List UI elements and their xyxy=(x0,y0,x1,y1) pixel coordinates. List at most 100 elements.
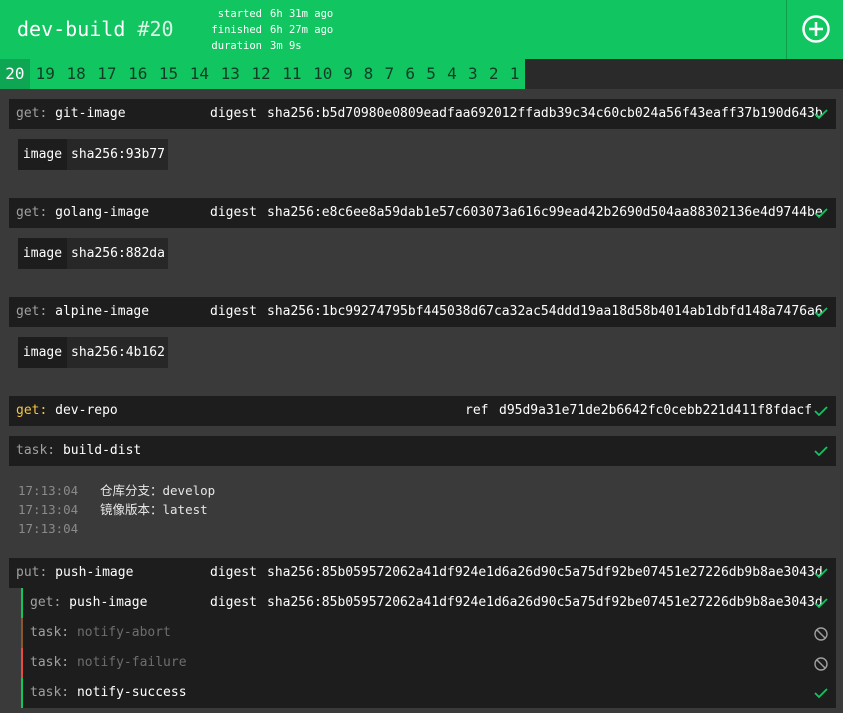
step-header: get: alpine-image xyxy=(16,297,149,327)
version-value: sha256:4b162 xyxy=(71,345,165,360)
meta-key: duration xyxy=(211,40,262,52)
meta-value: 6h 31m ago xyxy=(270,8,334,20)
status-bar xyxy=(21,678,23,708)
build-tab[interactable]: 16 xyxy=(122,59,153,89)
step-name: dev-repo xyxy=(55,403,118,418)
status-bar xyxy=(21,648,23,678)
meta-value: 6h 27m ago xyxy=(270,24,334,36)
step-name: build-dist xyxy=(62,443,142,458)
step-push-image[interactable]: put: push-image digest sha256:85b0595720… xyxy=(9,558,836,588)
success-check-icon xyxy=(814,678,828,708)
build-tabs: 20 19 18 17 16 15 14 13 12 11 10 9 8 7 6… xyxy=(0,59,843,89)
page-title: dev-build #20 xyxy=(17,16,174,42)
pipeline-name[interactable]: dev-build xyxy=(17,17,125,41)
step-header: get: push-image xyxy=(30,588,147,618)
step-value: sha256:85b059572062a41df924e1d6a26d90c5a… xyxy=(267,595,823,610)
step-name: git-image xyxy=(55,106,126,121)
log-timestamp: 17:13:04 xyxy=(18,502,79,517)
build-tab[interactable]: 4 xyxy=(442,59,463,89)
log-line: 17:13:04 仓库分支：develop xyxy=(18,481,215,500)
step-header: task: notify-failure xyxy=(30,648,187,678)
build-tab[interactable]: 15 xyxy=(153,59,184,89)
step-git-image[interactable]: get: git-image digest sha256:b5d70980e08… xyxy=(9,99,836,129)
build-tab[interactable]: 19 xyxy=(30,59,61,89)
hook-notify-success[interactable]: task: notify-success xyxy=(21,678,836,708)
step-header: task: build-dist xyxy=(16,436,141,466)
log-line: 17:13:04 镜像版本：latest xyxy=(18,500,215,519)
step-type: get: xyxy=(30,595,62,610)
step-value: sha256:1bc99274795bf445038d67ca32ac54ddd… xyxy=(267,304,823,319)
version-box: image sha256:93b77 xyxy=(18,139,168,170)
build-tab[interactable]: 12 xyxy=(246,59,277,89)
step-type: get: xyxy=(16,205,48,220)
build-tab[interactable]: 20 xyxy=(0,59,30,89)
step-value: sha256:e8c6ee8a59dab1e57c603073a616c99ea… xyxy=(267,205,823,220)
build-tab[interactable]: 6 xyxy=(400,59,421,89)
build-meta: started 6h 31m ago finished 6h 27m ago dur… xyxy=(204,6,333,54)
log-text: 仓库分支：develop xyxy=(100,483,216,498)
step-alpine-image[interactable]: get: alpine-image digest sha256:1bc99274… xyxy=(9,297,836,327)
version-key: image xyxy=(18,139,67,170)
step-name: push-image xyxy=(55,565,134,580)
skipped-icon xyxy=(814,618,828,648)
meta-key: started xyxy=(217,8,262,20)
step-golang-image[interactable]: get: golang-image digest sha256:e8c6ee8a… xyxy=(9,198,836,228)
version-box: image sha256:4b162 xyxy=(18,337,168,368)
step-type: task: xyxy=(30,625,70,640)
step-value: d95d9a31e71de2b6642fc0cebb221d411f8fdacf xyxy=(499,403,813,418)
success-check-icon xyxy=(814,588,828,618)
step-type: task: xyxy=(30,655,70,670)
version-value: sha256:882da xyxy=(71,246,165,261)
log-timestamp: 17:13:04 xyxy=(18,483,79,498)
step-key: digest xyxy=(210,565,257,580)
log-timestamp: 17:13:04 xyxy=(18,521,79,536)
step-key: digest xyxy=(210,595,257,610)
step-name: golang-image xyxy=(55,205,150,220)
step-name: alpine-image xyxy=(55,304,150,319)
step-name: push-image xyxy=(69,595,148,610)
build-tab[interactable]: 18 xyxy=(61,59,92,89)
build-number: #20 xyxy=(137,17,174,41)
step-header: put: push-image xyxy=(16,558,133,588)
status-bar xyxy=(21,618,23,648)
step-dev-repo[interactable]: get: dev-repo ref d95d9a31e71de2b6642fc0… xyxy=(9,396,836,426)
build-tab[interactable]: 10 xyxy=(307,59,338,89)
hook-notify-failure[interactable]: task: notify-failure xyxy=(21,648,836,678)
build-tab[interactable]: 17 xyxy=(91,59,122,89)
meta-key: finished xyxy=(211,24,262,36)
step-header: get: golang-image xyxy=(16,198,149,228)
step-name: notify-abort xyxy=(76,625,171,640)
build-tab[interactable]: 11 xyxy=(276,59,307,89)
step-key: ref xyxy=(465,403,489,418)
step-name: notify-success xyxy=(76,685,187,700)
build-tab[interactable]: 7 xyxy=(379,59,400,89)
skipped-icon xyxy=(814,648,828,678)
log-text: 镜像版本：latest xyxy=(100,502,208,517)
step-type: task: xyxy=(16,443,56,458)
hook-notify-abort[interactable]: task: notify-abort xyxy=(21,618,836,648)
step-type: get: xyxy=(16,403,48,418)
build-tab[interactable]: 8 xyxy=(358,59,379,89)
step-key: digest xyxy=(210,304,257,319)
build-tab[interactable]: 13 xyxy=(215,59,246,89)
build-tab[interactable]: 9 xyxy=(338,59,358,89)
version-box: image sha256:882da xyxy=(18,238,168,269)
build-tab[interactable]: 5 xyxy=(421,59,442,89)
log-line: 17:13:04 xyxy=(18,519,215,538)
step-build-dist[interactable]: task: build-dist xyxy=(9,436,836,466)
build-tab[interactable]: 2 xyxy=(483,59,504,89)
step-value: sha256:85b059572062a41df924e1d6a26d90c5a… xyxy=(267,565,823,580)
build-tab[interactable]: 14 xyxy=(184,59,215,89)
build-tab[interactable]: 1 xyxy=(504,59,525,89)
step-header: task: notify-success xyxy=(30,678,187,708)
step-name: notify-failure xyxy=(76,655,187,670)
build-tab[interactable]: 3 xyxy=(462,59,483,89)
step-header: get: git-image xyxy=(16,99,126,129)
step-type: get: xyxy=(16,304,48,319)
step-key: digest xyxy=(210,205,257,220)
step-value: sha256:b5d70980e0809eadfaa692012ffadb39c… xyxy=(267,106,823,121)
success-check-icon xyxy=(814,198,828,228)
hook-get-push-image[interactable]: get: push-image digest sha256:85b0595720… xyxy=(21,588,836,618)
trigger-build-button[interactable] xyxy=(786,0,843,59)
plus-circle-icon xyxy=(802,15,830,43)
